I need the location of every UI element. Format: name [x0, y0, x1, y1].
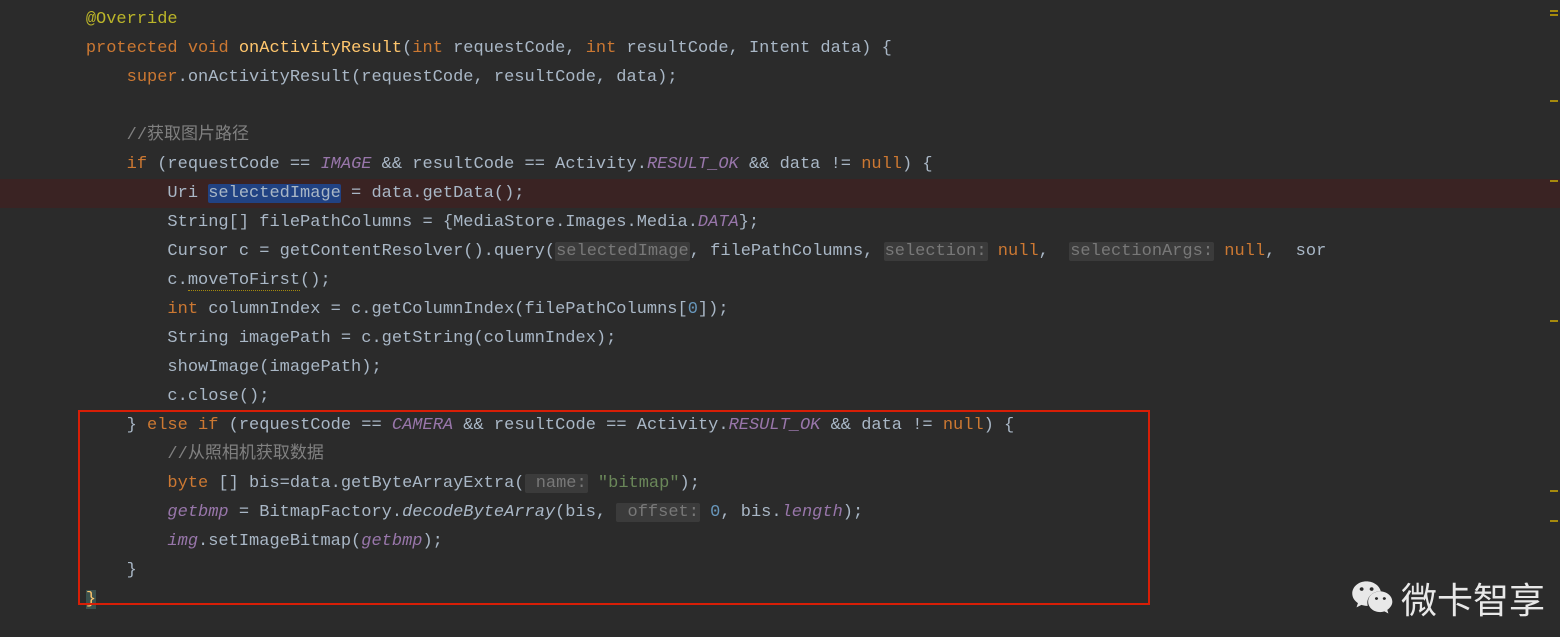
code-line: c.close();: [0, 382, 1560, 411]
code-line: super.onActivityResult(requestCode, resu…: [0, 63, 1560, 92]
code-line: if (requestCode == IMAGE && resultCode =…: [0, 150, 1560, 179]
gutter-mark[interactable]: [1550, 180, 1558, 182]
code-line: //获取图片路径: [0, 121, 1560, 150]
code-line: [0, 92, 1560, 121]
code-line: c.moveToFirst();: [0, 266, 1560, 295]
watermark: 微卡智享: [1347, 575, 1545, 625]
code-line: int columnIndex = c.getColumnIndex(fileP…: [0, 295, 1560, 324]
code-line: //从照相机获取数据: [0, 440, 1560, 469]
code-line-highlighted: Uri selectedImage = data.getData();: [0, 179, 1560, 208]
code-editor[interactable]: @Override protected void onActivityResul…: [0, 0, 1560, 614]
code-line: img.setImageBitmap(getbmp);: [0, 527, 1560, 556]
gutter-mark[interactable]: [1550, 520, 1558, 522]
gutter-mark[interactable]: [1550, 10, 1558, 12]
code-line: @Override: [0, 5, 1560, 34]
gutter-mark[interactable]: [1550, 490, 1558, 492]
code-line: getbmp = BitmapFactory.decodeByteArray(b…: [0, 498, 1560, 527]
editor-gutter[interactable]: [1546, 0, 1560, 637]
code-line: showImage(imagePath);: [0, 353, 1560, 382]
code-line: }: [0, 585, 1560, 614]
annotation: @Override: [86, 10, 178, 29]
gutter-mark[interactable]: [1550, 14, 1558, 16]
code-line: String[] filePathColumns = {MediaStore.I…: [0, 208, 1560, 237]
gutter-mark[interactable]: [1550, 100, 1558, 102]
gutter-mark[interactable]: [1550, 320, 1558, 322]
code-line: String imagePath = c.getString(columnInd…: [0, 324, 1560, 353]
watermark-text: 微卡智享: [1401, 586, 1545, 615]
code-line: protected void onActivityResult(int requ…: [0, 34, 1560, 63]
code-line: byte [] bis=data.getByteArrayExtra( name…: [0, 469, 1560, 498]
code-line: } else if (requestCode == CAMERA && resu…: [0, 411, 1560, 440]
wechat-icon: [1347, 575, 1395, 625]
code-line: }: [0, 556, 1560, 585]
code-line: Cursor c = getContentResolver().query(se…: [0, 237, 1560, 266]
